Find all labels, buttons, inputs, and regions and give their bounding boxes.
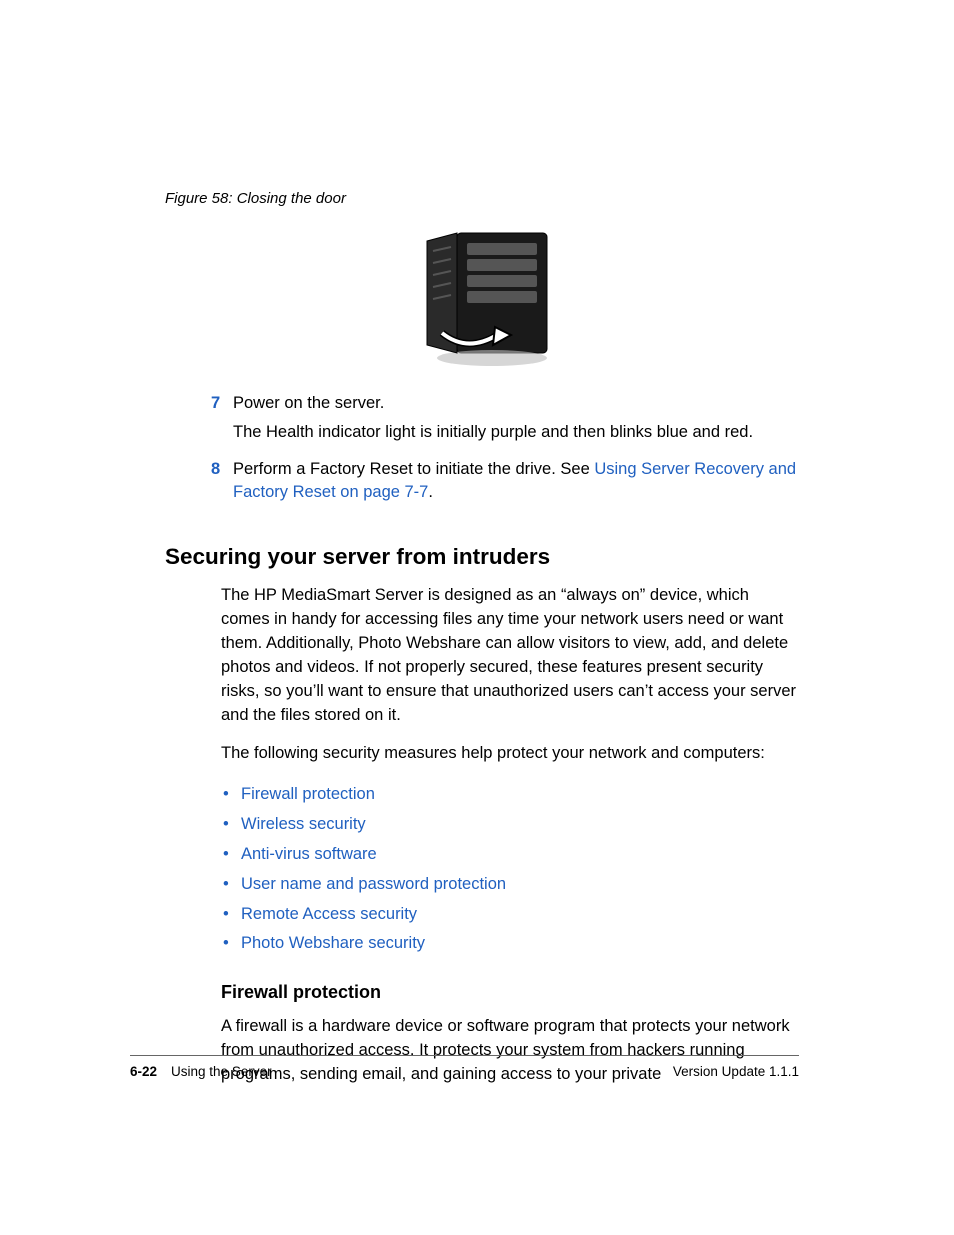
link-photo-webshare-security[interactable]: Photo Webshare security	[221, 929, 799, 959]
step-list: 7 Power on the server. The Health indica…	[211, 392, 799, 510]
page-number: 6-22	[130, 1064, 157, 1079]
link-user-password-protection[interactable]: User name and password protection	[221, 870, 799, 900]
figure-image	[165, 223, 799, 378]
step-suffix: .	[428, 483, 433, 501]
step-text: The Health indicator light is initially …	[233, 421, 799, 444]
step-text: Perform a Factory Reset to initiate the …	[233, 458, 799, 504]
step-text: Power on the server.	[233, 392, 799, 415]
step-number: 7	[211, 392, 233, 450]
section-body: The HP MediaSmart Server is designed as …	[221, 584, 799, 1087]
page: Figure 58: Closing the door	[0, 0, 954, 1235]
link-remote-access-security[interactable]: Remote Access security	[221, 900, 799, 930]
intro-paragraph-1: The HP MediaSmart Server is designed as …	[221, 584, 799, 728]
subheading-firewall: Firewall protection	[221, 979, 799, 1005]
footer-version: Version Update 1.1.1	[673, 1064, 799, 1079]
step-number: 8	[211, 458, 233, 510]
security-link-list: Firewall protection Wireless security An…	[221, 780, 799, 960]
figure-caption: Figure 58: Closing the door	[165, 190, 799, 207]
footer-section: Using the Server	[171, 1064, 272, 1079]
link-anti-virus-software[interactable]: Anti-virus software	[221, 840, 799, 870]
link-wireless-security[interactable]: Wireless security	[221, 810, 799, 840]
server-closing-door-icon	[397, 223, 567, 373]
page-footer: 6-22 Using the Server Version Update 1.1…	[130, 1055, 799, 1079]
step-8: 8 Perform a Factory Reset to initiate th…	[211, 458, 799, 510]
step-body: Power on the server. The Health indicato…	[233, 392, 799, 450]
step-prefix: Perform a Factory Reset to initiate the …	[233, 460, 594, 478]
intro-paragraph-2: The following security measures help pro…	[221, 742, 799, 766]
step-7: 7 Power on the server. The Health indica…	[211, 392, 799, 450]
step-body: Perform a Factory Reset to initiate the …	[233, 458, 799, 510]
link-firewall-protection[interactable]: Firewall protection	[221, 780, 799, 810]
section-heading: Securing your server from intruders	[165, 544, 799, 570]
